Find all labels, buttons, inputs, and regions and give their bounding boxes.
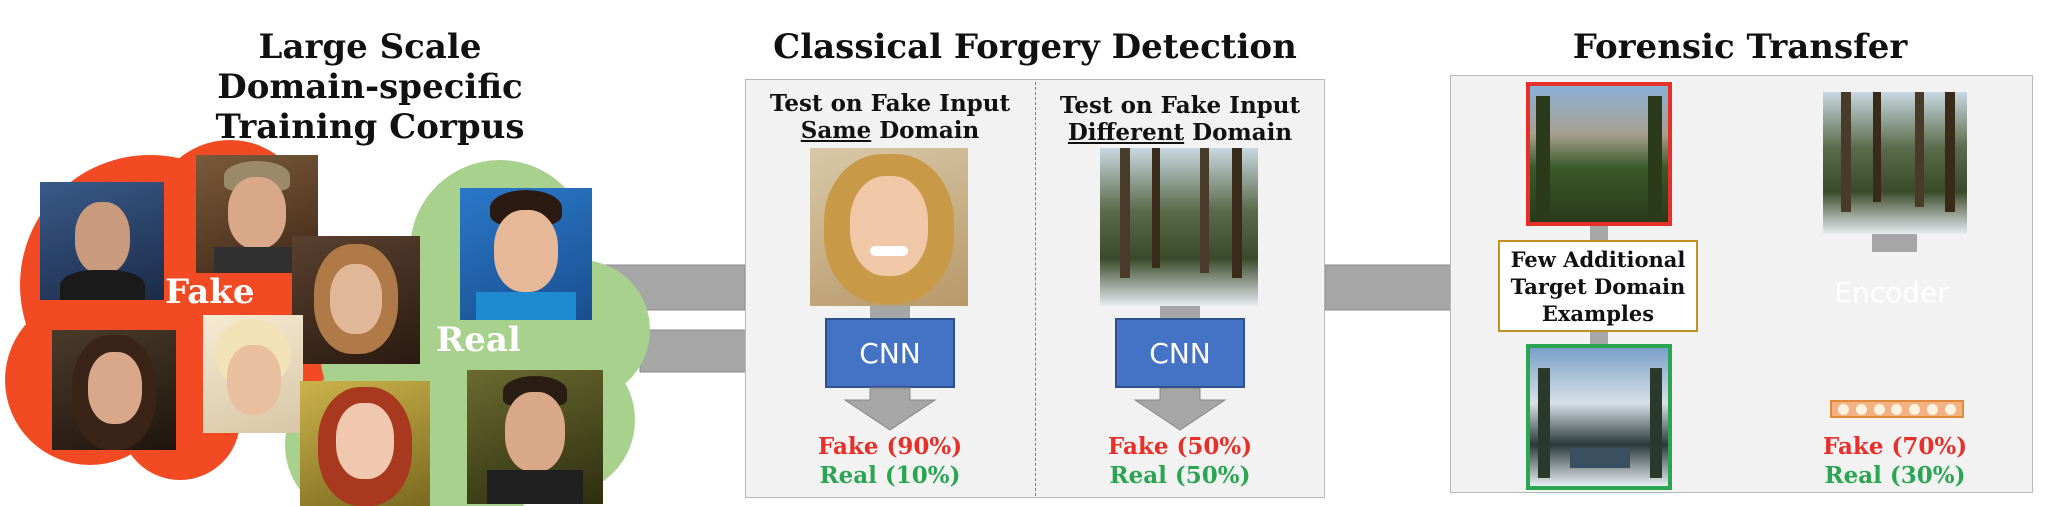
col2-real-result: Real (50%) — [1109, 462, 1251, 489]
few-examples-box: Few Additional Target Domain Examples — [1498, 240, 1698, 332]
col2-connector — [1160, 306, 1200, 318]
latent-cell — [1909, 403, 1921, 415]
col1-heading-rest: Domain — [871, 117, 980, 144]
encoder-label: Encoder — [1834, 275, 1949, 309]
same-domain-face-photo — [810, 148, 968, 306]
real-face-photo-2 — [300, 381, 430, 506]
classical-title: Classical Forgery Detection — [773, 27, 1297, 67]
col2-underlined: Different — [1067, 119, 1185, 146]
latent-code-bar — [1830, 400, 1964, 418]
fake-face-photo-4 — [52, 330, 176, 450]
latent-cell — [1838, 403, 1850, 415]
col2-heading-line1: Test on Fake Input — [1059, 92, 1301, 119]
latent-cell — [1873, 403, 1885, 415]
col2-heading-rest: Domain — [1184, 119, 1293, 146]
corpus-title-line3: Training Corpus — [215, 107, 525, 147]
examples-label-line3: Examples — [1541, 301, 1655, 326]
col2-heading-line2: Different Domain — [1050, 119, 1310, 146]
real-label: Real — [436, 320, 521, 360]
latent-cell — [1944, 403, 1956, 415]
corpus-title-line2: Domain-specific — [217, 67, 523, 107]
col2-fake-result: Fake (50%) — [1107, 433, 1253, 460]
forensic-fake-result: Fake (70%) — [1822, 433, 1968, 460]
examples-connector-top — [1590, 226, 1608, 240]
different-domain-forest-photo — [1100, 148, 1258, 306]
corpus-title-line1: Large Scale — [258, 27, 482, 67]
examples-label-line1: Few Additional — [1510, 247, 1686, 272]
col1-connector — [870, 306, 910, 318]
forensic-real-result: Real (30%) — [1824, 462, 1966, 489]
fake-label: Fake — [165, 272, 255, 312]
fake-face-photo-3 — [292, 236, 420, 364]
test-forest-photo — [1823, 92, 1967, 234]
real-face-photo-3 — [467, 370, 603, 504]
fake-face-photo-5 — [203, 315, 303, 433]
latent-cell — [1926, 403, 1938, 415]
col1-heading-line2: Same Domain — [760, 117, 1020, 144]
real-face-photo-1 — [460, 188, 592, 320]
examples-connector-bottom — [1590, 332, 1608, 344]
fake-face-photo-1 — [40, 182, 164, 300]
col1-heading-line1: Test on Fake Input — [769, 90, 1011, 117]
cnn-box-2: CNN — [1115, 318, 1245, 388]
latent-cell — [1891, 403, 1903, 415]
fake-example-photo — [1526, 82, 1672, 226]
col1-real-result: Real (10%) — [819, 462, 961, 489]
forensic-title: Forensic Transfer — [1572, 27, 1908, 67]
cnn-box-1: CNN — [825, 318, 955, 388]
latent-cell — [1856, 403, 1868, 415]
forest-to-encoder-connector — [1872, 234, 1917, 252]
col1-underlined: Same — [800, 117, 872, 144]
real-example-photo — [1526, 344, 1672, 490]
examples-label-line2: Target Domain — [1510, 274, 1686, 299]
col1-fake-result: Fake (90%) — [817, 433, 963, 460]
panel-divider — [1035, 82, 1036, 496]
